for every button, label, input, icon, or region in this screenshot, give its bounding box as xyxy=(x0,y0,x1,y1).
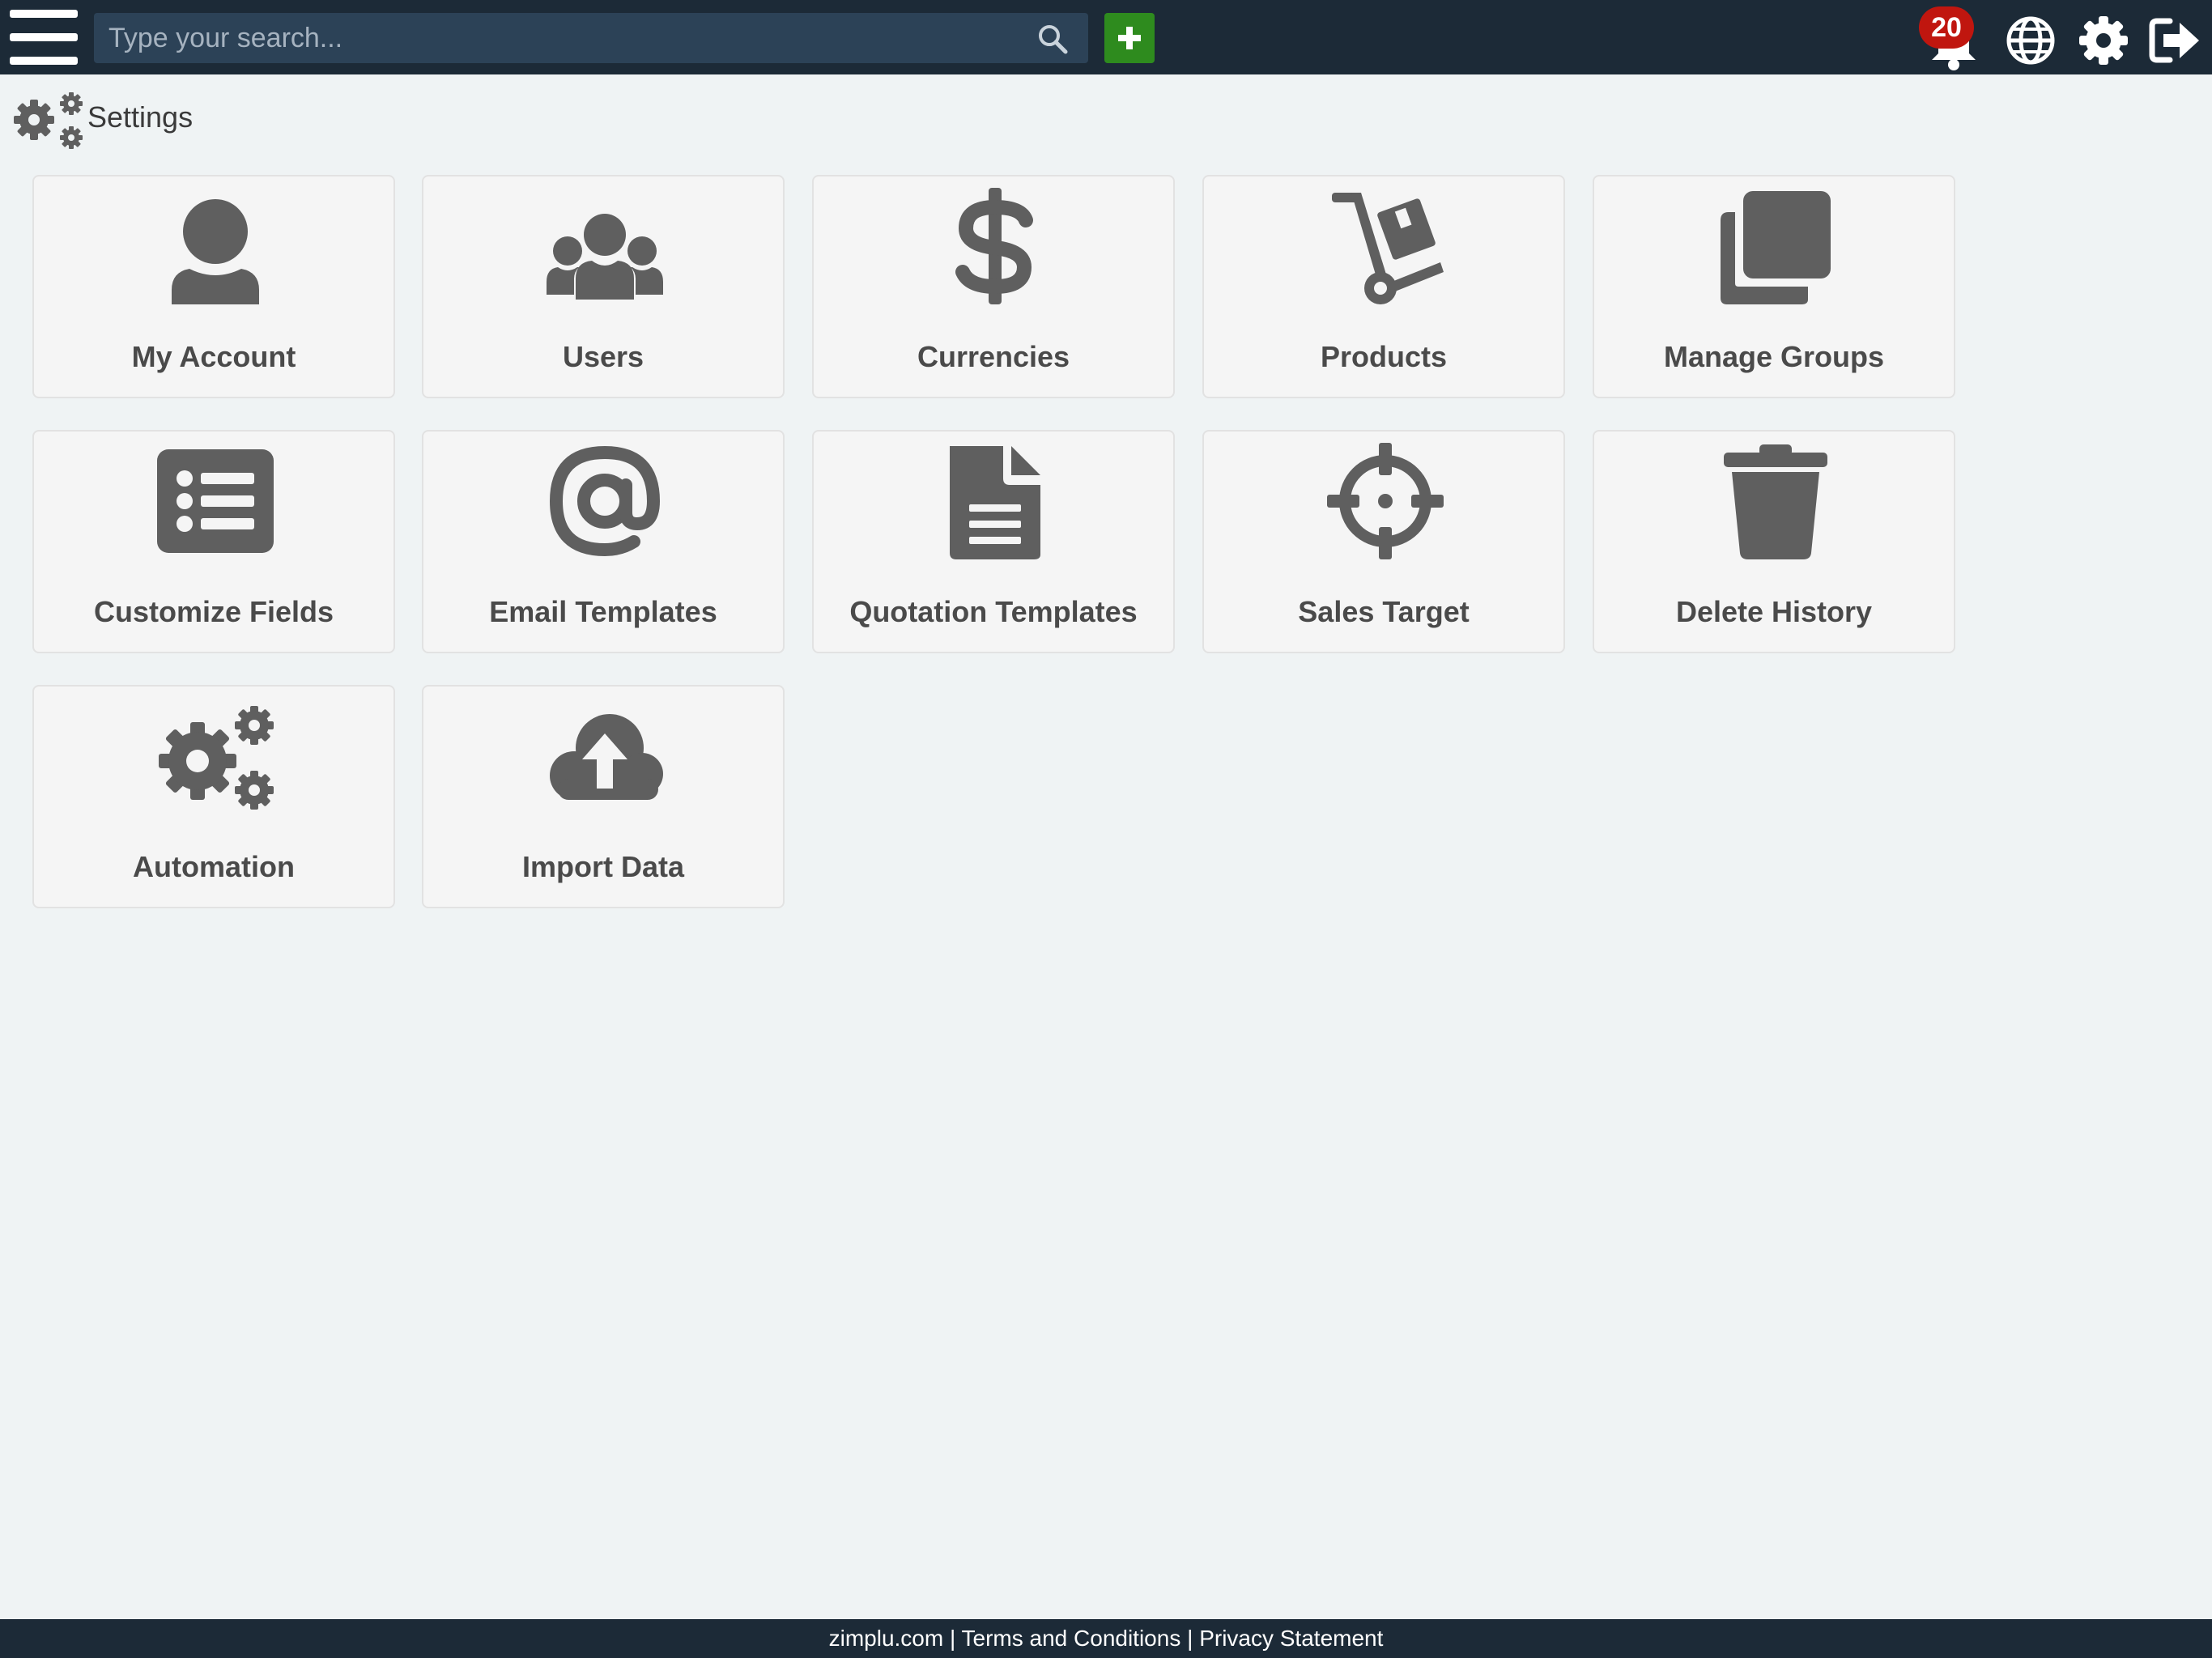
notifications-button[interactable]: 20 xyxy=(1917,5,1985,73)
footer-separator: | xyxy=(1180,1626,1200,1651)
tile-sales-target[interactable]: Sales Target xyxy=(1202,430,1565,653)
notification-count-badge: 20 xyxy=(1919,6,1974,49)
dollar-icon xyxy=(955,188,1033,304)
gear-icon[interactable] xyxy=(2078,15,2129,66)
tile-quotation-templates[interactable]: Quotation Templates xyxy=(812,430,1175,653)
clone-icon xyxy=(1721,191,1831,304)
tile-delete-history[interactable]: Delete History xyxy=(1593,430,1955,653)
search-box xyxy=(94,13,1088,63)
users-icon xyxy=(547,214,663,300)
page-title: Settings xyxy=(87,100,194,134)
footer-site-link[interactable]: zimplu.com xyxy=(829,1626,944,1651)
tile-email-templates[interactable]: Email Templates xyxy=(422,430,785,653)
crosshairs-icon xyxy=(1327,443,1444,559)
tile-label: Email Templates xyxy=(489,595,717,628)
tile-label: Quotation Templates xyxy=(849,595,1138,628)
search-input[interactable] xyxy=(108,13,1015,63)
plus-icon xyxy=(1118,27,1141,49)
footer: zimplu.com | Terms and Conditions | Priv… xyxy=(0,1619,2212,1658)
logout-icon[interactable] xyxy=(2149,15,2201,66)
tile-manage-groups[interactable]: Manage Groups xyxy=(1593,175,1955,398)
cogs-icon xyxy=(159,706,274,810)
tile-products[interactable]: Products xyxy=(1202,175,1565,398)
user-icon xyxy=(172,199,259,304)
tile-users[interactable]: Users xyxy=(422,175,785,398)
tile-my-account[interactable]: My Account xyxy=(32,175,395,398)
cloud-upload-icon xyxy=(550,714,663,800)
tile-label: Import Data xyxy=(521,850,685,883)
tile-label: Currencies xyxy=(917,340,1070,373)
tile-import-data[interactable]: Import Data xyxy=(422,685,785,908)
tile-label: Manage Groups xyxy=(1663,340,1885,373)
tile-automation[interactable]: Automation xyxy=(32,685,395,908)
tile-currencies[interactable]: Currencies xyxy=(812,175,1175,398)
tile-label: Delete History xyxy=(1675,595,1873,628)
add-button[interactable] xyxy=(1104,13,1155,63)
document-icon xyxy=(950,446,1040,559)
dolly-icon xyxy=(1332,193,1444,304)
at-icon xyxy=(549,445,661,557)
tile-label: Users xyxy=(562,340,644,373)
tile-label: Sales Target xyxy=(1298,595,1470,628)
tile-customize-fields[interactable]: Customize Fields xyxy=(32,430,395,653)
top-bar: 20 xyxy=(0,0,2212,74)
menu-icon[interactable] xyxy=(10,6,78,68)
cogs-icon xyxy=(14,92,83,149)
tile-label: Automation xyxy=(133,850,295,883)
breadcrumb: Settings xyxy=(10,87,334,154)
tile-label: Products xyxy=(1320,340,1448,373)
footer-privacy-link[interactable]: Privacy Statement xyxy=(1199,1626,1383,1651)
tile-label: Customize Fields xyxy=(93,595,334,628)
list-icon xyxy=(157,449,274,553)
footer-terms-link[interactable]: Terms and Conditions xyxy=(962,1626,1181,1651)
search-icon[interactable] xyxy=(1036,23,1069,55)
trash-icon xyxy=(1724,444,1827,559)
globe-icon[interactable] xyxy=(2005,15,2057,66)
tile-label: My Account xyxy=(131,340,296,373)
footer-separator: | xyxy=(943,1626,962,1651)
